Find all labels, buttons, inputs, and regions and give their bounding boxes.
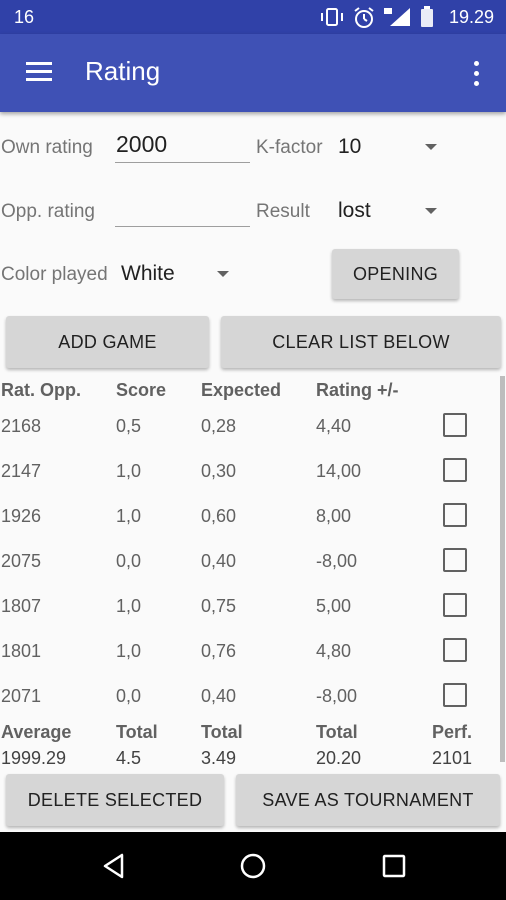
summary-total-score-value: 4.5 xyxy=(116,748,142,768)
cell-score: 0,0 xyxy=(116,686,142,706)
summary-average-value: 1999.29 xyxy=(1,748,67,768)
row-checkbox[interactable] xyxy=(443,548,467,572)
summary-label-average: Average xyxy=(1,722,72,742)
cell-opponent-rating: 2071 xyxy=(1,686,42,706)
more-options-icon[interactable] xyxy=(464,59,488,89)
cell-score: 0,5 xyxy=(116,416,142,436)
row-checkbox[interactable] xyxy=(443,593,467,617)
column-header-rat-opp: Rat. Opp. xyxy=(1,380,81,400)
summary-label-total-rating: Total xyxy=(316,722,358,742)
recents-icon[interactable] xyxy=(380,852,408,880)
own-rating-label: Own rating xyxy=(1,137,93,158)
cell-expected: 0,40 xyxy=(201,686,237,706)
save-as-tournament-button[interactable]: SAVE AS TOURNAMENT xyxy=(236,774,500,826)
summary-label-performance: Perf. xyxy=(432,722,473,742)
chevron-down-icon xyxy=(425,144,437,150)
column-header-score: Score xyxy=(116,380,167,400)
chevron-down-icon xyxy=(425,208,437,214)
alarm-icon xyxy=(354,7,374,28)
row-checkbox[interactable] xyxy=(443,413,467,437)
page-title: Rating xyxy=(85,56,161,86)
color-played-label: Color played xyxy=(1,264,108,285)
status-left-time: 16 xyxy=(14,7,35,27)
back-icon[interactable] xyxy=(100,852,128,880)
column-header-expected: Expected xyxy=(201,380,282,400)
row-checkbox[interactable] xyxy=(443,683,467,707)
summary-label-total-expected: Total xyxy=(201,722,243,742)
column-header-rating-change: Rating +/- xyxy=(316,380,399,400)
row-checkbox[interactable] xyxy=(443,638,467,662)
cell-score: 0,0 xyxy=(116,551,142,571)
result-value: lost xyxy=(338,199,371,222)
own-rating-field[interactable] xyxy=(115,131,250,163)
cell-expected: 0,28 xyxy=(201,416,237,436)
cell-opponent-rating: 1807 xyxy=(1,596,42,616)
cell-score: 1,0 xyxy=(116,506,142,526)
kfactor-label: K-factor xyxy=(256,137,323,158)
opp-rating-label: Opp. rating xyxy=(1,201,95,222)
summary-total-expected-value: 3.49 xyxy=(201,748,237,768)
cell-rating-change: 4,80 xyxy=(316,641,352,661)
cell-expected: 0,76 xyxy=(201,641,237,661)
cell-rating-change: -8,00 xyxy=(316,551,358,571)
kfactor-value: 10 xyxy=(338,135,362,158)
status-clock: 19.29 xyxy=(448,7,494,27)
cell-opponent-rating: 1801 xyxy=(1,641,42,661)
cell-rating-change: 8,00 xyxy=(316,506,352,526)
result-label: Result xyxy=(256,201,310,222)
summary-label-total-score: Total xyxy=(116,722,158,742)
row-checkbox[interactable] xyxy=(443,503,467,527)
cell-opponent-rating: 2168 xyxy=(1,416,42,436)
cell-score: 1,0 xyxy=(116,461,142,481)
cell-opponent-rating: 1926 xyxy=(1,506,42,526)
cell-opponent-rating: 2075 xyxy=(1,551,42,571)
summary-performance-value: 2101 xyxy=(432,748,473,768)
result-select[interactable]: lost xyxy=(335,194,445,228)
cell-expected: 0,60 xyxy=(201,506,237,526)
cell-score: 1,0 xyxy=(116,596,142,616)
cell-expected: 0,75 xyxy=(201,596,237,616)
opp-rating-field[interactable] xyxy=(115,195,250,227)
cell-expected: 0,30 xyxy=(201,461,237,481)
cell-rating-change: 14,00 xyxy=(316,461,362,481)
vibrate-icon xyxy=(321,8,343,26)
signal-icon xyxy=(384,8,410,26)
color-select[interactable]: White xyxy=(118,257,238,291)
color-value: White xyxy=(121,262,175,285)
home-icon[interactable] xyxy=(239,852,267,880)
opening-button[interactable]: OPENING xyxy=(332,249,459,299)
cell-opponent-rating: 2147 xyxy=(1,461,42,481)
cell-rating-change: -8,00 xyxy=(316,686,358,706)
delete-selected-button[interactable]: DELETE SELECTED xyxy=(6,774,224,826)
navigation-bar xyxy=(0,832,506,900)
summary-total-rating-value: 20.20 xyxy=(316,748,362,768)
cell-expected: 0,40 xyxy=(201,551,237,571)
row-checkbox[interactable] xyxy=(443,458,467,482)
chevron-down-icon xyxy=(217,271,229,277)
kfactor-select[interactable]: 10 xyxy=(335,130,445,164)
menu-icon[interactable] xyxy=(24,60,54,84)
battery-icon xyxy=(421,6,433,27)
scrollbar[interactable] xyxy=(500,376,505,762)
add-game-button[interactable]: ADD GAME xyxy=(6,316,209,368)
app-bar: Rating xyxy=(0,34,506,112)
cell-rating-change: 4,40 xyxy=(316,416,352,436)
cell-score: 1,0 xyxy=(116,641,142,661)
status-bar: 16 19.29 xyxy=(0,0,506,34)
cell-rating-change: 5,00 xyxy=(316,596,352,616)
clear-list-button[interactable]: CLEAR LIST BELOW xyxy=(221,316,501,368)
